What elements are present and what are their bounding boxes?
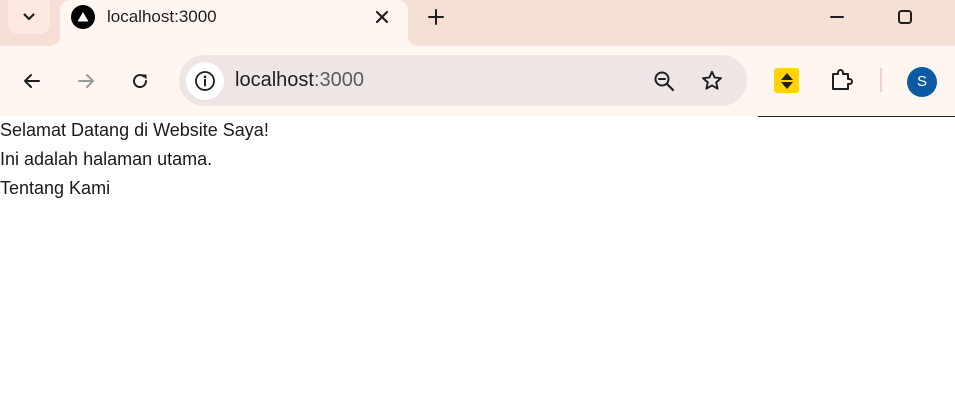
back-button[interactable] bbox=[15, 64, 49, 98]
page-paragraph: Ini adalah halaman utama. bbox=[0, 149, 213, 169]
browser-toolbar: localhost:3000 S bbox=[0, 46, 955, 116]
minimize-button[interactable] bbox=[820, 0, 854, 34]
triangle-favicon-icon bbox=[71, 5, 95, 29]
tab-title: localhost:3000 bbox=[107, 7, 217, 26]
plus-icon bbox=[428, 9, 444, 25]
url-text[interactable]: localhost:3000 bbox=[235, 69, 364, 92]
tab-strip: localhost:3000 bbox=[0, 0, 955, 46]
tab-close-button[interactable] bbox=[370, 5, 394, 29]
zoom-button[interactable] bbox=[647, 64, 681, 98]
browser-window: localhost:3000 localhost:3000 S Selamat … bbox=[0, 0, 955, 408]
tab-localhost[interactable]: localhost:3000 bbox=[60, 0, 408, 46]
new-tab-button[interactable] bbox=[420, 1, 452, 33]
minimize-icon bbox=[830, 16, 844, 18]
toolbar-divider bbox=[880, 68, 882, 92]
maximize-icon bbox=[898, 10, 912, 24]
tab-search-button[interactable] bbox=[8, 0, 50, 34]
zoom-out-icon bbox=[654, 71, 675, 92]
address-bar[interactable]: localhost:3000 bbox=[179, 55, 747, 106]
star-icon bbox=[702, 70, 722, 90]
chevron-down-icon bbox=[23, 13, 35, 21]
info-icon bbox=[195, 71, 215, 91]
url-port: :3000 bbox=[313, 69, 364, 91]
profile-avatar[interactable]: S bbox=[907, 67, 937, 97]
yellow-extension-icon bbox=[780, 72, 793, 89]
puzzle-icon bbox=[832, 69, 853, 90]
reload-button[interactable] bbox=[123, 64, 157, 98]
reload-icon bbox=[133, 74, 148, 89]
url-host: localhost bbox=[235, 69, 314, 91]
bookmark-button[interactable] bbox=[695, 64, 729, 98]
page-heading: Selamat Datang di Website Saya! bbox=[0, 120, 269, 140]
yellow-extension-button[interactable] bbox=[774, 68, 799, 93]
maximize-button[interactable] bbox=[888, 0, 922, 34]
page-viewport: Selamat Datang di Website Saya! Ini adal… bbox=[0, 117, 955, 408]
about-link[interactable]: Tentang Kami bbox=[0, 176, 110, 200]
site-info-button[interactable] bbox=[186, 62, 224, 100]
arrow-right-icon bbox=[78, 74, 94, 88]
arrow-left-icon bbox=[24, 74, 40, 88]
extensions-button[interactable] bbox=[826, 64, 858, 96]
forward-button[interactable] bbox=[69, 64, 103, 98]
close-icon bbox=[375, 10, 389, 24]
